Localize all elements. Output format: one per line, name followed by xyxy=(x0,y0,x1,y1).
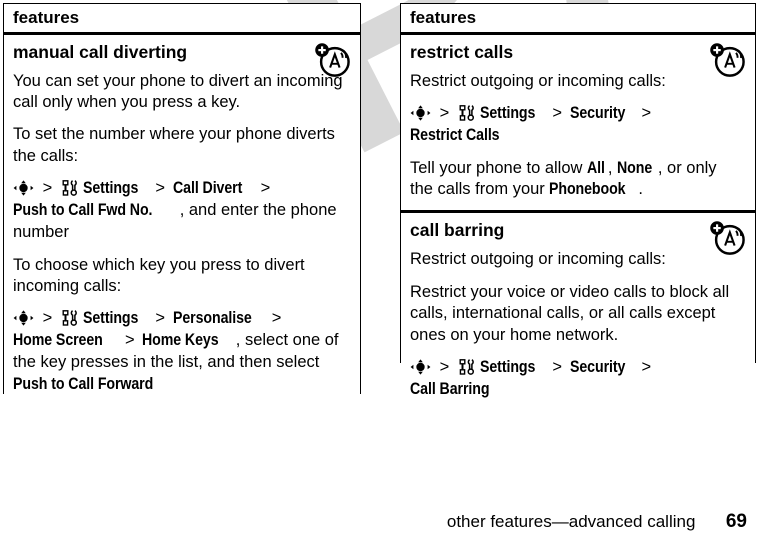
nav-key-icon xyxy=(410,359,431,375)
rich-mid: , xyxy=(607,158,617,177)
section-title: call barring xyxy=(410,220,505,241)
path-separator: > xyxy=(42,309,53,328)
footer-breadcrumb: other features—advanced calling xyxy=(446,512,696,531)
menu-item: Restrict Calls xyxy=(410,125,500,144)
path-separator: > xyxy=(439,103,450,122)
nav-key-icon xyxy=(13,180,34,196)
menu-item: Personalise xyxy=(172,309,252,328)
manual-page: features manual call diverting You can s… xyxy=(0,0,759,547)
section-paragraph: Restrict outgoing or incoming calls: xyxy=(410,71,666,90)
rich-lead: Tell your phone to allow xyxy=(410,158,588,177)
page-footer: other features—advanced calling 69 xyxy=(0,511,759,533)
menu-path: > Settings > Security > Call Barring xyxy=(410,357,744,401)
menu-item: Settings xyxy=(83,179,139,198)
path-separator: > xyxy=(260,179,271,198)
section-paragraph-rich: Tell your phone to allow All, None, or o… xyxy=(410,158,744,201)
menu-item: Call Barring xyxy=(410,379,490,398)
path-separator: > xyxy=(271,309,282,328)
section-manual-call-diverting: manual call diverting You can set your p… xyxy=(4,34,360,415)
section-paragraph: To choose which key you press to divert … xyxy=(13,255,305,296)
path-separator: > xyxy=(552,358,562,377)
option-all: All xyxy=(587,158,605,177)
menu-item: Security xyxy=(569,103,625,122)
section-restrict-calls: restrict calls Restrict outgoing or inco… xyxy=(401,34,755,211)
path-separator: > xyxy=(641,358,652,377)
path-separator: > xyxy=(155,309,165,328)
path-separator: > xyxy=(124,331,135,350)
nav-key-icon xyxy=(410,105,431,121)
option-none: None xyxy=(617,158,653,177)
tools-icon xyxy=(62,310,77,327)
menu-item: Push to Call Forward xyxy=(13,374,154,393)
menu-path: > Settings > Call Divert > Push to Call … xyxy=(13,178,349,243)
network-feature-icon xyxy=(710,42,745,77)
page-number: 69 xyxy=(725,511,747,532)
panel-header-left: features xyxy=(4,4,360,35)
panel-header-right: features xyxy=(401,4,755,35)
menu-item: Security xyxy=(569,358,625,377)
network-feature-icon xyxy=(710,221,745,256)
features-panel-right: features restrict calls Restrict outgoin… xyxy=(400,3,756,420)
path-separator: > xyxy=(552,103,562,122)
menu-item: Settings xyxy=(480,358,536,377)
path-separator: > xyxy=(641,103,652,122)
menu-item: Settings xyxy=(83,309,139,328)
tools-icon xyxy=(459,105,474,121)
section-paragraph: You can set your phone to divert an inco… xyxy=(13,71,343,111)
menu-path: > Settings > Security > Restrict Calls xyxy=(410,103,744,147)
menu-item: Home Keys xyxy=(142,331,219,350)
features-panel-left: features manual call diverting You can s… xyxy=(3,3,361,415)
section-paragraph: To set the number where your phone diver… xyxy=(13,125,335,165)
section-title: manual call diverting xyxy=(13,41,188,62)
menu-item: Settings xyxy=(480,103,536,122)
tools-icon xyxy=(459,359,474,375)
menu-item: Push to Call Fwd No. xyxy=(13,201,153,220)
path-separator: > xyxy=(439,358,450,377)
path-separator: > xyxy=(42,179,53,198)
network-feature-icon xyxy=(315,42,350,77)
section-paragraph: Restrict your voice or video calls to bl… xyxy=(410,282,730,344)
menu-item: Call Divert xyxy=(172,179,242,198)
path-separator: > xyxy=(155,179,165,198)
section-title: restrict calls xyxy=(410,41,514,62)
section-paragraph: Restrict outgoing or incoming calls: xyxy=(410,250,666,269)
rich-tail: . xyxy=(638,179,643,198)
menu-path: > Settings > Personalise > Home Screen >… xyxy=(13,308,349,395)
menu-item: Home Screen xyxy=(13,331,103,350)
option-phonebook: Phonebook xyxy=(549,179,626,198)
nav-key-icon xyxy=(13,310,34,327)
section-call-barring: call barring Restrict outgoing or incomi… xyxy=(401,210,755,420)
tools-icon xyxy=(62,180,77,197)
